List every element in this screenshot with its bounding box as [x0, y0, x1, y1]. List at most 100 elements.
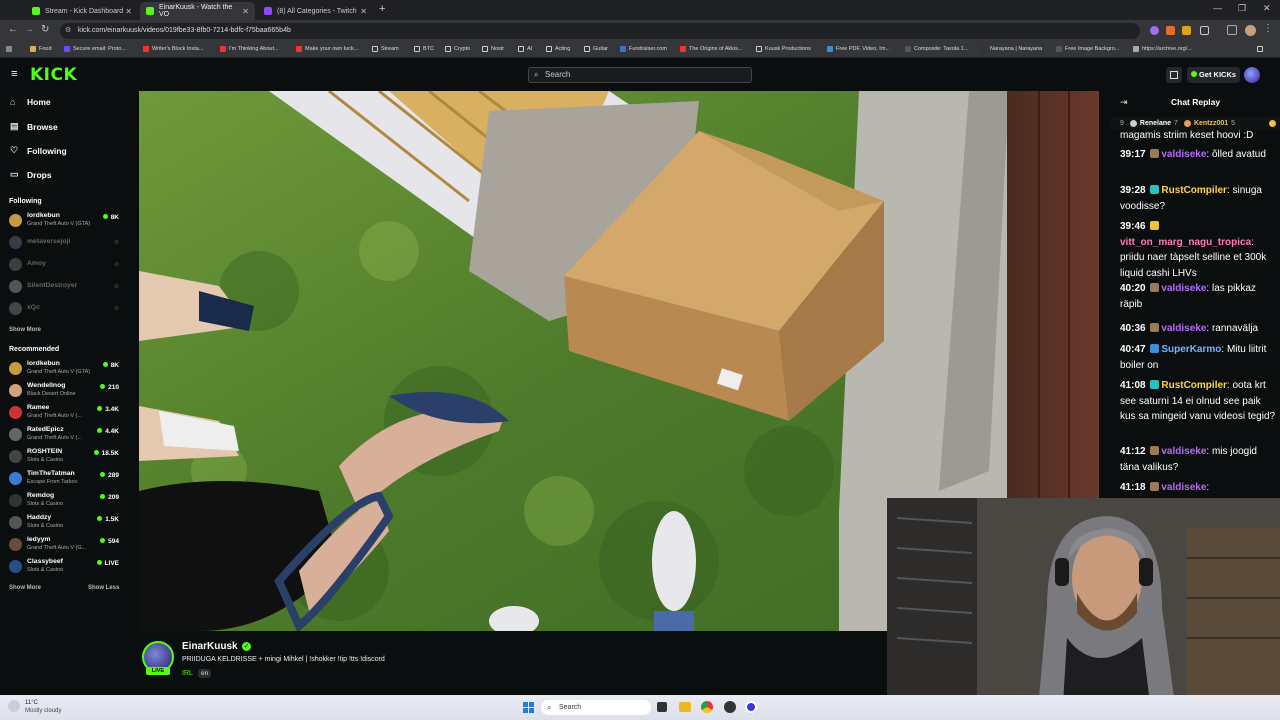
chat-username[interactable]: valdiseke: [1161, 283, 1206, 294]
sidepanel-icon[interactable]: [1227, 25, 1237, 35]
bookmark-item[interactable]: Narayana | Narayana: [981, 46, 1042, 52]
nav-browse[interactable]: ▤ Browse: [10, 121, 58, 132]
browser-tab[interactable]: (8) All Categories - Twitch ✕: [258, 2, 373, 20]
chat-username[interactable]: RustCompiler: [1161, 185, 1227, 196]
recommended-channel-remdog[interactable]: Remdog Slots & Casino 209: [9, 491, 122, 511]
leader-user[interactable]: Kentzz001: [1194, 120, 1228, 127]
bookmark-item[interactable]: Free Image Backgro...: [1056, 46, 1119, 52]
following-channel-silentdestroyer[interactable]: SilentDestroyer ⊘: [9, 277, 122, 297]
bookmark-folder[interactable]: AI: [518, 46, 532, 52]
recommended-channel-ratedepicz[interactable]: RatedEpicz Grand Theft Auto V (... 4.4K: [9, 425, 122, 445]
bookmark-folder[interactable]: Acting: [546, 46, 570, 52]
chat-username[interactable]: RustCompiler: [1161, 380, 1227, 391]
chat-username[interactable]: valdiseke: [1161, 149, 1206, 160]
category-link[interactable]: IRL: [182, 670, 193, 677]
chat-username[interactable]: valdiseke: [1161, 323, 1206, 334]
weather-desc[interactable]: Mostly cloudy: [25, 708, 61, 714]
following-channel-xqc[interactable]: xQc ⊘: [9, 299, 122, 319]
following-channel-amoy[interactable]: Amoy ⊘: [9, 255, 122, 275]
window-minimize-icon[interactable]: —: [1213, 3, 1222, 13]
kick-logo[interactable]: KICK: [30, 65, 77, 85]
recommended-channel-lordkebun[interactable]: lordkebun Grand Theft Auto V (GTA) 8K: [9, 359, 122, 379]
bookmark-folder[interactable]: Crypto: [445, 46, 470, 52]
chrome-icon[interactable]: [701, 701, 713, 713]
close-tab-icon[interactable]: ✕: [360, 7, 367, 16]
close-tab-icon[interactable]: ✕: [125, 7, 132, 16]
user-avatar[interactable]: [1244, 67, 1260, 83]
recommended-channel-haddzy[interactable]: Haddzy Slots & Casino 1.5K: [9, 513, 122, 533]
browser-tab[interactable]: Stream - Kick Dashboard ✕: [26, 2, 138, 20]
taskbar-search[interactable]: ⌕ Search: [541, 700, 651, 715]
bookmark-folder[interactable]: Nostr: [482, 46, 504, 52]
recommended-channel-ledyym[interactable]: ledyym Grand Theft Auto V (G... 594: [9, 535, 122, 555]
reload-icon[interactable]: ↻: [41, 24, 49, 35]
chat-username[interactable]: vitt_on_marg_nagu_tropica: [1120, 237, 1251, 248]
chat-username[interactable]: SuperKarmo: [1161, 344, 1221, 355]
bookmark-item[interactable]: Writer's Block Insta...: [143, 46, 203, 52]
new-tab-icon[interactable]: +: [379, 3, 385, 15]
channel-name[interactable]: EinarKuusk: [182, 641, 238, 652]
bookmark-item[interactable]: Secure email: Proto...: [64, 46, 126, 52]
task-view-icon[interactable]: [657, 702, 667, 712]
nav-home[interactable]: ⌂ Home: [10, 97, 51, 107]
browser-tab-bar: Stream - Kick Dashboard ✕ EinarKuusk - W…: [0, 0, 1280, 20]
extension-icon[interactable]: [1182, 26, 1191, 35]
weather-temp[interactable]: 11°C: [25, 700, 38, 706]
site-info-icon[interactable]: ⚙: [65, 23, 71, 39]
search-input[interactable]: ⌕ Search: [528, 67, 752, 83]
chat-timestamp: 39:28: [1120, 185, 1146, 196]
bookmark-item[interactable]: I'm Thinking About...: [220, 46, 279, 52]
bookmark-item[interactable]: Free PDF, Video, Im...: [827, 46, 890, 52]
profile-avatar[interactable]: [1245, 25, 1256, 36]
get-kicks-button[interactable]: Get KICKs: [1187, 67, 1240, 83]
recommended-show-more[interactable]: Show More: [9, 585, 41, 591]
bookmark-folder[interactable]: BTC: [414, 46, 434, 52]
bookmark-item[interactable]: Make your own luck...: [296, 46, 358, 52]
bookmark-folder[interactable]: Guitar: [584, 46, 608, 52]
address-bar[interactable]: ⚙ kick.com/einarkuusk/videos/019fbe33-8f…: [60, 23, 1140, 39]
nav-drops[interactable]: ▭ Drops: [10, 169, 52, 180]
bookmark-item[interactable]: Fundraiser.com: [620, 46, 667, 52]
recommended-channel-ramee[interactable]: Ramee Grand Theft Auto V (... 3.4K: [9, 403, 122, 423]
window-close-icon[interactable]: ✕: [1263, 3, 1271, 14]
file-explorer-icon[interactable]: [679, 702, 691, 712]
bookmark-item[interactable]: https://archive.org/...: [1133, 46, 1192, 52]
extension-icon[interactable]: [1150, 26, 1159, 35]
apps-icon[interactable]: [6, 46, 15, 52]
recommended-channel-timthetatman[interactable]: TimTheTatman Escape From Tarkov 289: [9, 469, 122, 489]
bookmark-item[interactable]: Composite: Tavola 1...: [905, 46, 968, 52]
extensions-puzzle-icon[interactable]: [1200, 26, 1209, 35]
chat-username[interactable]: valdiseke: [1161, 446, 1206, 457]
browser-menu-icon[interactable]: ⋮: [1263, 23, 1273, 34]
info-icon[interactable]: [1269, 120, 1276, 127]
language-tag[interactable]: en: [198, 669, 212, 678]
following-channel-lordkebun[interactable]: lordkebun Grand Theft Auto V (GTA) 8K: [9, 211, 122, 231]
all-bookmarks-icon[interactable]: [1257, 46, 1266, 52]
recommended-channel-classybeef[interactable]: Classybeef Slots & Casino LIVE: [9, 557, 122, 577]
obs-icon[interactable]: [745, 701, 757, 713]
leader-user[interactable]: Renelane: [1140, 120, 1171, 127]
nav-following[interactable]: ♡ Following: [10, 145, 67, 156]
chat-username[interactable]: valdiseke: [1161, 482, 1206, 493]
recommended-show-less[interactable]: Show Less: [88, 585, 119, 591]
back-icon[interactable]: ←: [8, 24, 18, 35]
following-show-more[interactable]: Show More: [9, 327, 41, 333]
recommended-channel-wendellnog[interactable]: Wendellnog Black Desert Online 210: [9, 381, 122, 401]
recommended-channel-roshtein[interactable]: ROSHTEIN Slots & Casino 18.5K: [9, 447, 122, 467]
bookmark-folder[interactable]: Stream: [372, 46, 399, 52]
forward-icon[interactable]: →: [24, 24, 34, 35]
extension-icon[interactable]: [1166, 26, 1175, 35]
hamburger-menu-icon[interactable]: ≡: [11, 69, 17, 80]
bookmark-folder[interactable]: Kuusk Productions: [756, 46, 811, 52]
viewer-count: 8K: [103, 214, 119, 221]
bookmark-item[interactable]: Food: [30, 46, 52, 52]
browser-tab-active[interactable]: EinarKuusk - Watch the VO ✕: [140, 2, 255, 20]
close-tab-icon[interactable]: ✕: [242, 7, 249, 16]
window-restore-icon[interactable]: ❐: [1238, 3, 1246, 14]
following-channel-metaversejoji[interactable]: metaversejoji ⊘: [9, 233, 122, 253]
bookmark-item[interactable]: The Origins of Akkis...: [680, 46, 743, 52]
theater-mode-button[interactable]: [1166, 67, 1182, 83]
windows-start-icon[interactable]: [523, 702, 534, 713]
collapse-chat-icon[interactable]: ⇥: [1120, 97, 1128, 108]
app-icon[interactable]: [724, 701, 736, 713]
